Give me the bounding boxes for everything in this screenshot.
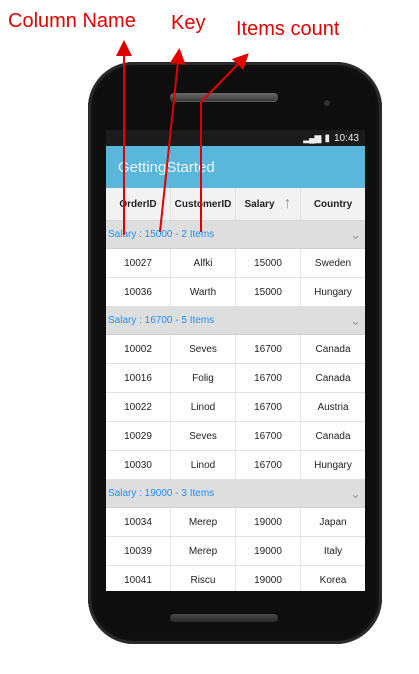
header-cell-orderid[interactable]: OrderID bbox=[106, 188, 171, 220]
cell-salary: 15000 bbox=[236, 249, 301, 277]
cell-country: Hungary bbox=[314, 286, 352, 298]
cell-salary: 19000 bbox=[236, 508, 301, 536]
cell-orderid: 10022 bbox=[106, 393, 171, 421]
signal-icon: ▂▄▆ bbox=[303, 132, 321, 143]
earpiece-speaker bbox=[170, 93, 278, 101]
header-cell-salary[interactable]: Salary ↑ bbox=[236, 188, 301, 220]
table-row[interactable]: 10039 Merep 19000 Italy bbox=[106, 537, 365, 566]
cell-customerid: Riscu bbox=[171, 566, 236, 591]
cell-salary: 16700 bbox=[236, 451, 301, 479]
group-caption-text: Salary : 16700 - 5 Items bbox=[108, 315, 215, 326]
group-caption[interactable]: Salary : 15000 - 2 Items ⌄ bbox=[106, 221, 365, 249]
status-bar: ▂▄▆ ▮ 10:43 bbox=[106, 130, 365, 146]
cell-orderid: 10027 bbox=[106, 249, 171, 277]
header-cell-customerid[interactable]: CustomerID bbox=[171, 188, 236, 220]
cell-customerid: Alfki bbox=[171, 249, 236, 277]
table-row[interactable]: 10029 Seves 16700 Canada bbox=[106, 422, 365, 451]
cell-orderid: 10016 bbox=[106, 364, 171, 392]
table-row[interactable]: 10016 Folig 16700 Canada bbox=[106, 364, 365, 393]
cell-salary: 19000 bbox=[236, 566, 301, 591]
cell-country: Hungary bbox=[314, 459, 352, 471]
front-camera bbox=[324, 100, 330, 106]
group-caption-text: Salary : 19000 - 3 Items bbox=[108, 488, 215, 499]
chevron-down-icon[interactable]: ⌄ bbox=[350, 313, 361, 329]
table-row[interactable]: 10036 Warth 15000 Hungary bbox=[106, 278, 365, 307]
group-caption[interactable]: Salary : 19000 - 3 Items ⌄ bbox=[106, 480, 365, 508]
table-row[interactable]: 10002 Seves 16700 Canada bbox=[106, 335, 365, 364]
group-caption[interactable]: Salary : 16700 - 5 Items ⌄ bbox=[106, 307, 365, 335]
group-caption-text: Salary : 15000 - 2 Items bbox=[108, 229, 215, 240]
cell-customerid: Folig bbox=[171, 364, 236, 392]
cell-salary: 16700 bbox=[236, 335, 301, 363]
cell-orderid: 10039 bbox=[106, 537, 171, 565]
cell-orderid: 10041 bbox=[106, 566, 171, 591]
app-bar: GettingStarted bbox=[106, 146, 365, 188]
chevron-down-icon[interactable]: ⌄ bbox=[350, 227, 361, 243]
table-row[interactable]: 10030 Linod 16700 Hungary bbox=[106, 451, 365, 480]
cell-orderid: 10002 bbox=[106, 335, 171, 363]
cell-country: Canada bbox=[315, 430, 351, 442]
cell-country: Austria bbox=[317, 401, 349, 413]
cell-country: Japan bbox=[319, 516, 347, 528]
annotation-items-count: Items count bbox=[236, 18, 340, 40]
cell-customerid: Warth bbox=[171, 278, 236, 306]
header-salary-label: Salary bbox=[244, 198, 275, 210]
table-row[interactable]: 10022 Linod 16700 Austria bbox=[106, 393, 365, 422]
chevron-down-icon[interactable]: ⌄ bbox=[350, 486, 361, 502]
cell-country: Canada bbox=[315, 343, 351, 355]
cell-customerid: Seves bbox=[171, 335, 236, 363]
bottom-speaker bbox=[170, 614, 278, 622]
cell-salary: 15000 bbox=[236, 278, 301, 306]
cell-country: Korea bbox=[319, 574, 347, 586]
grid-header: OrderID CustomerID Salary ↑ Country bbox=[106, 188, 365, 221]
table-row[interactable]: 10027 Alfki 15000 Sweden bbox=[106, 249, 365, 278]
annotation-column-name: Column Name bbox=[8, 10, 136, 32]
table-row[interactable]: 10034 Merep 19000 Japan bbox=[106, 508, 365, 537]
cell-salary: 16700 bbox=[236, 364, 301, 392]
annotation-key: Key bbox=[171, 12, 206, 34]
grid-body: Salary : 15000 - 2 Items ⌄ 10027 Alfki 15000… bbox=[106, 221, 365, 591]
cell-country: Canada bbox=[315, 372, 351, 384]
cell-orderid: 10029 bbox=[106, 422, 171, 450]
cell-salary: 19000 bbox=[236, 537, 301, 565]
table-row[interactable]: 10041 Riscu 19000 Korea bbox=[106, 566, 365, 591]
cell-customerid: Merep bbox=[171, 537, 236, 565]
cell-customerid: Linod bbox=[171, 393, 236, 421]
cell-orderid: 10034 bbox=[106, 508, 171, 536]
data-grid: OrderID CustomerID Salary ↑ Country Sala… bbox=[106, 188, 365, 591]
cell-customerid: Merep bbox=[171, 508, 236, 536]
cell-orderid: 10030 bbox=[106, 451, 171, 479]
cell-country: Italy bbox=[323, 545, 343, 557]
cell-salary: 16700 bbox=[236, 393, 301, 421]
arrow-up-icon: ↑ bbox=[283, 195, 292, 212]
battery-icon: ▮ bbox=[324, 132, 330, 144]
phone-screen: ▂▄▆ ▮ 10:43 GettingStarted OrderID Custo… bbox=[106, 130, 365, 591]
cell-customerid: Linod bbox=[171, 451, 236, 479]
cell-orderid: 10036 bbox=[106, 278, 171, 306]
app-title: GettingStarted bbox=[118, 158, 215, 176]
status-time: 10:43 bbox=[333, 132, 359, 144]
cell-country: Sweden bbox=[314, 257, 352, 269]
header-cell-country[interactable]: Country bbox=[301, 188, 365, 220]
cell-customerid: Seves bbox=[171, 422, 236, 450]
cell-salary: 16700 bbox=[236, 422, 301, 450]
